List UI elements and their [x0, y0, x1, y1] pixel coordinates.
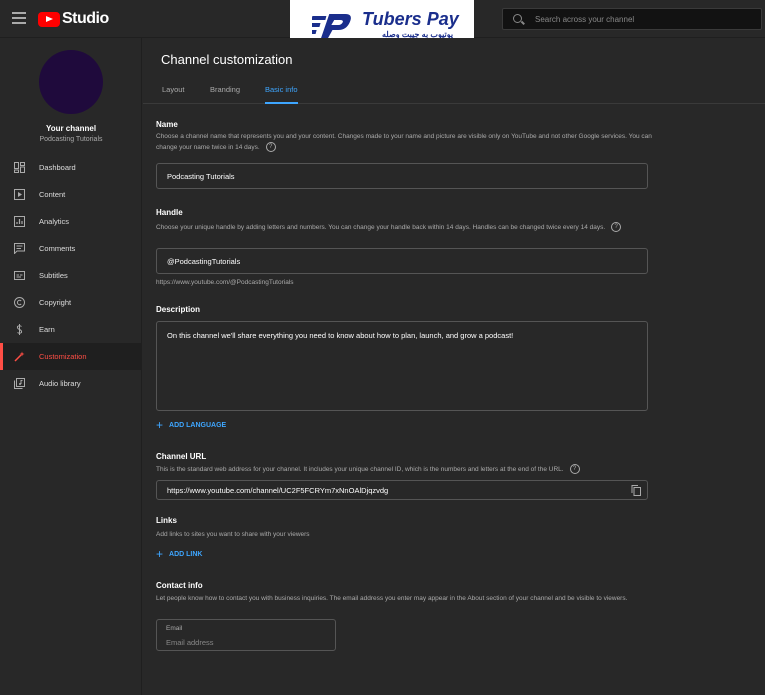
sidebar-item-label: Analytics [39, 217, 70, 226]
channel-name: Podcasting Tutorials [39, 136, 103, 143]
sidebar-nav: Dashboard Content Analytics Comments Sub… [0, 154, 142, 397]
search-icon [513, 14, 522, 23]
channel-url-field[interactable]: https://www.youtube.com/channel/UC2F5FCR… [156, 480, 648, 500]
help-icon[interactable]: ? [611, 222, 622, 233]
channel-url-value[interactable]: https://www.youtube.com/channel/UC2F5FCR… [167, 486, 388, 495]
tab-branding[interactable]: Branding [210, 85, 240, 104]
content-icon [14, 189, 25, 200]
contact-section-title: Contact info [156, 581, 203, 590]
analytics-icon [14, 216, 25, 227]
sidebar-item-dashboard[interactable]: Dashboard [0, 154, 142, 181]
description-section-title: Description [156, 305, 201, 314]
main-content: Channel customization Layout Branding Ba… [143, 38, 765, 695]
description-input[interactable]: On this channel we'll share everything y… [167, 331, 513, 340]
add-link-button[interactable]: + ADD LINK [156, 547, 203, 561]
email-input[interactable] [166, 636, 326, 648]
search-input[interactable] [535, 12, 755, 26]
sidebar-item-label: Earn [39, 325, 55, 334]
sidebar: Your channel Podcasting Tutorials Dashbo… [0, 38, 142, 695]
comments-icon [14, 243, 25, 254]
sidebar-item-label: Content [39, 190, 66, 199]
handle-field[interactable]: @PodcastingTutorials [156, 248, 648, 274]
your-channel-label: Your channel [45, 124, 97, 133]
links-section-title: Links [156, 516, 177, 525]
search-box[interactable] [502, 8, 762, 30]
sidebar-item-label: Comments [39, 244, 76, 253]
sidebar-item-label: Audio library [39, 379, 81, 388]
handle-section-desc: Choose your unique handle by adding lett… [156, 222, 656, 233]
watermark-title: Tubers Pay [362, 9, 459, 29]
handle-url-hint: https://www.youtube.com/@PodcastingTutor… [156, 279, 294, 286]
add-language-label: ADD LANGUAGE [169, 421, 227, 429]
sidebar-item-earn[interactable]: Earn [0, 316, 142, 343]
sidebar-item-comments[interactable]: Comments [0, 235, 142, 262]
menu-icon[interactable] [12, 12, 26, 24]
channel-url-section-title: Channel URL [156, 452, 207, 461]
copy-icon[interactable] [631, 485, 641, 496]
studio-logo[interactable]: Studio [38, 10, 109, 28]
channel-avatar[interactable] [39, 50, 103, 114]
name-desc-text: Choose a channel name that represents yo… [156, 133, 652, 151]
sidebar-item-label: Copyright [39, 298, 72, 307]
sidebar-item-subtitles[interactable]: Subtitles [0, 262, 142, 289]
sidebar-item-label: Customization [39, 352, 87, 361]
name-section-title: Name [156, 120, 178, 129]
audio-library-icon [14, 378, 25, 389]
sidebar-item-customization[interactable]: Customization [0, 343, 142, 370]
channel-url-section-desc: This is the standard web address for you… [156, 464, 676, 475]
copyright-icon [14, 297, 25, 308]
sidebar-item-audio-library[interactable]: Audio library [0, 370, 142, 397]
add-link-label: ADD LINK [169, 550, 203, 558]
sidebar-item-copyright[interactable]: Copyright [0, 289, 142, 316]
links-section-desc: Add links to sites you want to share wit… [156, 531, 310, 538]
tab-layout[interactable]: Layout [162, 85, 185, 104]
email-label: Email [166, 625, 183, 632]
handle-input[interactable]: @PodcastingTutorials [167, 257, 240, 266]
help-icon[interactable]: ? [265, 142, 276, 153]
name-section-desc: Choose a channel name that represents yo… [156, 131, 656, 153]
tab-basic-info[interactable]: Basic info [265, 85, 298, 104]
dashboard-icon [14, 162, 25, 173]
sidebar-item-analytics[interactable]: Analytics [0, 208, 142, 235]
tab-bar: Layout Branding Basic info [143, 82, 765, 104]
contact-section-desc: Let people know how to contact you with … [156, 595, 628, 602]
youtube-logo-icon [38, 11, 60, 27]
channel-url-desc-text: This is the standard web address for you… [156, 466, 564, 473]
sidebar-item-content[interactable]: Content [0, 181, 142, 208]
customization-icon [14, 351, 25, 362]
description-field[interactable]: On this channel we'll share everything y… [156, 321, 648, 411]
help-icon[interactable]: ? [569, 464, 580, 475]
plus-icon: + [156, 418, 164, 432]
earn-icon [16, 324, 23, 335]
sidebar-item-label: Dashboard [39, 163, 76, 172]
add-language-button[interactable]: + ADD LANGUAGE [156, 418, 227, 432]
page-title: Channel customization [161, 52, 293, 67]
logo-text: Studio [62, 10, 109, 27]
handle-section-title: Handle [156, 208, 183, 217]
handle-desc-text: Choose your unique handle by adding lett… [156, 224, 606, 231]
plus-icon: + [156, 547, 164, 561]
name-field[interactable]: Podcasting Tutorials [156, 163, 648, 189]
email-field[interactable]: Email [156, 619, 336, 651]
name-input[interactable]: Podcasting Tutorials [167, 172, 235, 181]
subtitles-icon [14, 271, 25, 280]
sidebar-item-label: Subtitles [39, 271, 68, 280]
